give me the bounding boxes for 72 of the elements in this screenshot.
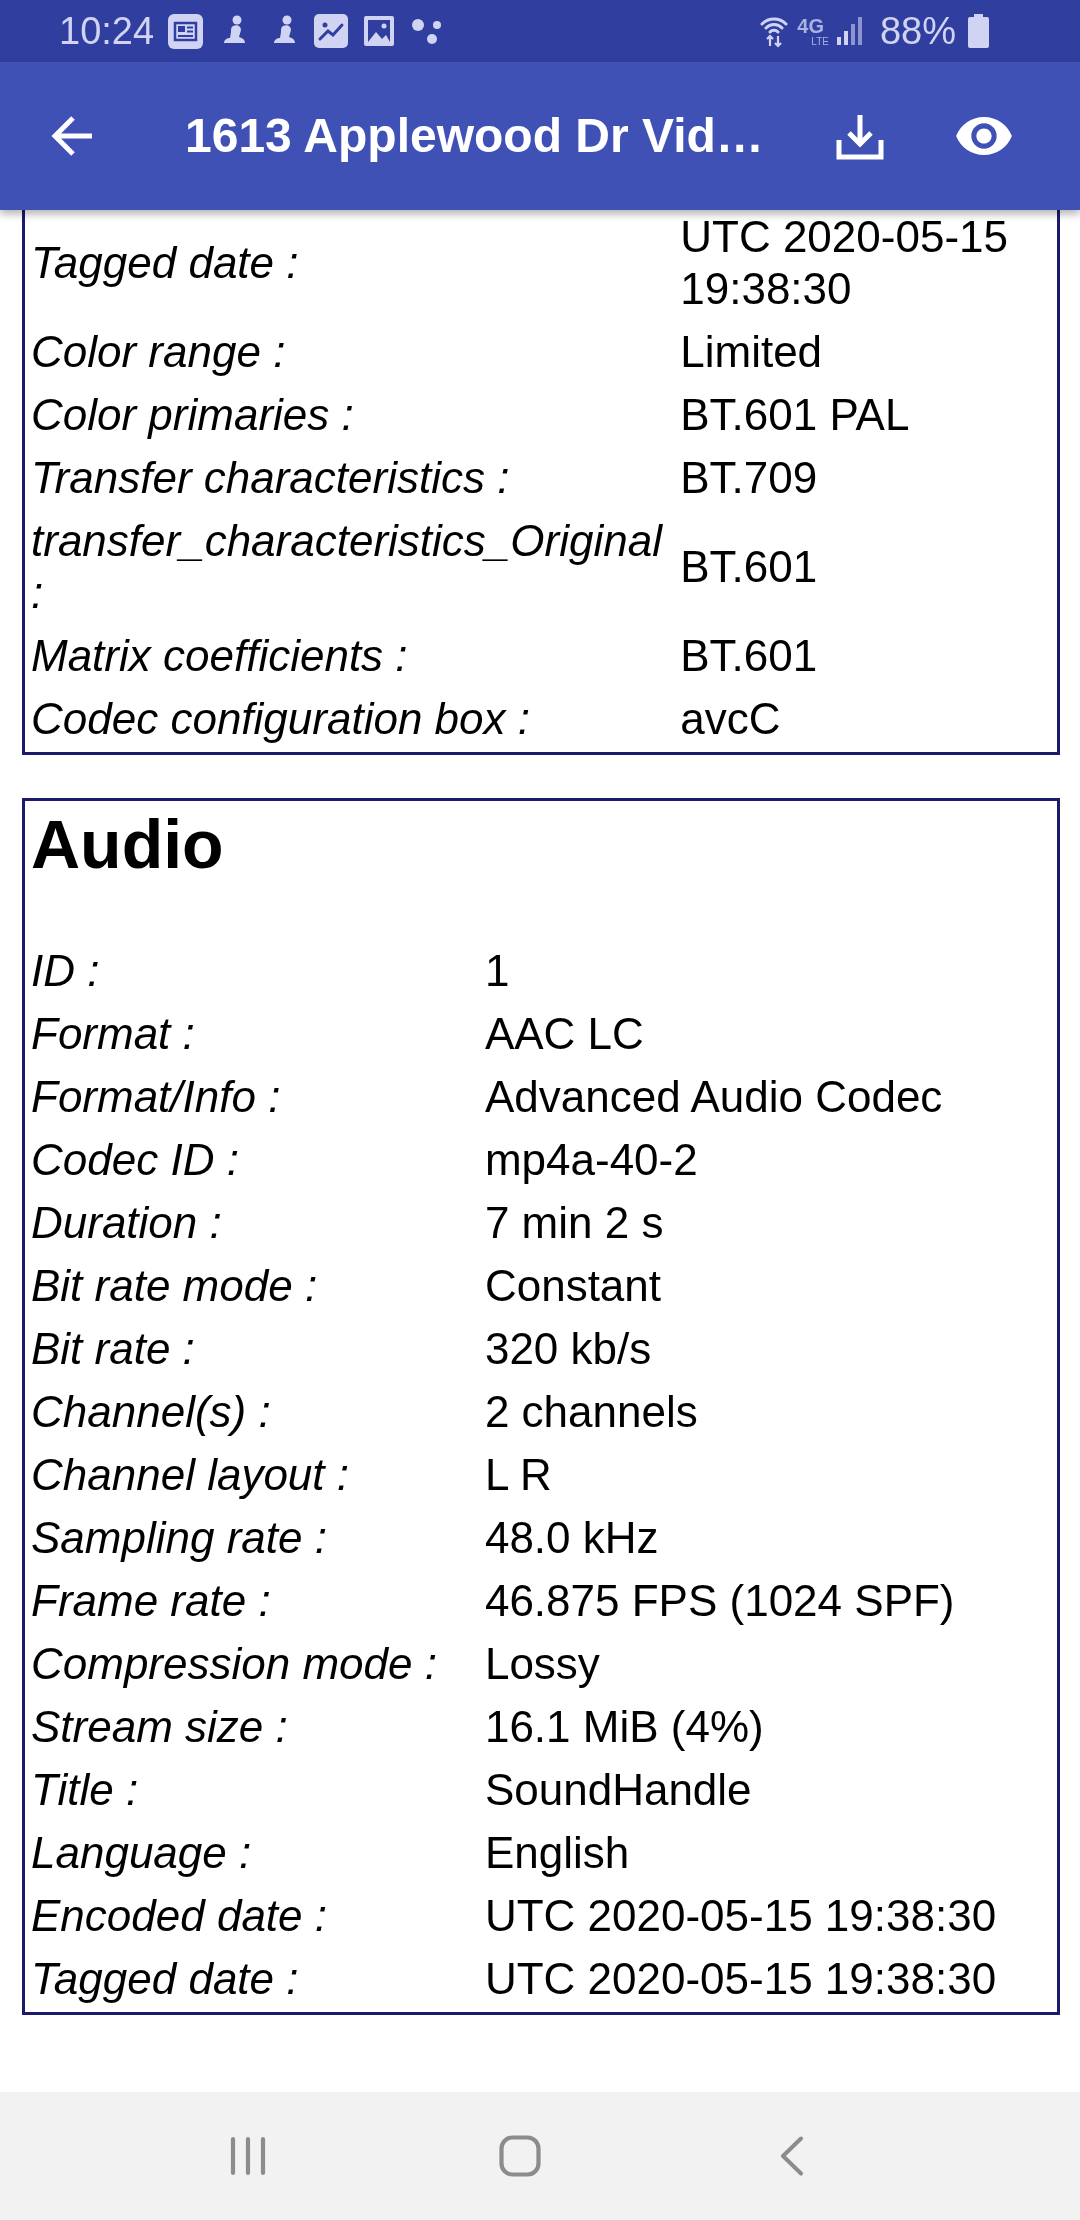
- download-button[interactable]: [836, 112, 884, 160]
- field-value: avcC: [680, 693, 782, 745]
- download-icon: [836, 112, 884, 160]
- battery-percent: 88%: [879, 9, 956, 53]
- field-label: Bit rate :: [31, 1323, 196, 1375]
- dots-icon: [412, 17, 443, 45]
- field-value: UTC 2020-05-15 19:38:30: [484, 1890, 998, 1942]
- field-value: L R: [484, 1449, 553, 1501]
- network-detail: LTE: [811, 35, 829, 47]
- eye-icon: [956, 117, 1012, 155]
- back-nav-button[interactable]: [780, 2136, 804, 2176]
- field-value: 320 kb/s: [484, 1323, 653, 1375]
- field-label: Format :: [31, 1003, 485, 1066]
- field-label: Codec configuration box :: [31, 693, 531, 745]
- field-value: Lossy: [484, 1638, 601, 1690]
- field-value: English: [484, 1827, 631, 1879]
- line-chart-icon: [314, 14, 349, 48]
- home-button[interactable]: [499, 2135, 541, 2177]
- view-button[interactable]: [956, 117, 1012, 155]
- back-button[interactable]: [50, 115, 94, 157]
- field-value: 46.875 FPS (1024 SPF): [484, 1575, 956, 1627]
- field-label: Bit rate mode :: [31, 1260, 319, 1312]
- section-heading: Audio: [31, 805, 225, 884]
- field-value: 16.1 MiB (4%): [484, 1701, 765, 1753]
- field-value: BT.601 PAL: [680, 389, 911, 441]
- status-time: 10:24: [59, 9, 155, 53]
- field-value: 1: [484, 945, 511, 997]
- field-label: Duration :: [31, 1197, 223, 1249]
- field-label: Channel layout :: [31, 1449, 350, 1501]
- recents-button[interactable]: [230, 2136, 266, 2176]
- field-value: AAC LC: [484, 1008, 645, 1060]
- field-label: Format/Info :: [31, 1066, 485, 1129]
- field-value: Limited: [680, 326, 824, 378]
- image-icon: [364, 16, 395, 46]
- field-value: UTC 2020-05-15 19:38:30: [484, 1953, 998, 2005]
- field-label: Matrix coefficients :: [31, 630, 409, 682]
- field-label: Tagged date :: [31, 237, 300, 289]
- back-arrow-icon: [50, 115, 94, 157]
- field-value: BT.601: [680, 630, 819, 682]
- field-value: UTC 2020-05-15 19:38:30: [680, 211, 1009, 315]
- recents-icon: [230, 2136, 266, 2176]
- field-value: 7 min 2 s: [484, 1197, 665, 1249]
- battery-icon: [968, 14, 989, 48]
- network-type: 4G: [797, 15, 824, 36]
- field-label: Sampling rate :: [31, 1512, 328, 1564]
- signal-icon: [836, 17, 862, 45]
- field-label: ID :: [31, 945, 101, 997]
- field-label: Encoded date :: [31, 1890, 328, 1942]
- field-value: Advanced Audio Codec: [484, 1071, 944, 1123]
- field-label: Title :: [31, 1764, 140, 1816]
- field-value: 48.0 kHz: [484, 1512, 660, 1564]
- news-icon: [168, 13, 204, 49]
- field-value: BT.601: [680, 541, 819, 593]
- app-bar-title: 1613 Applewood Dr Vid…: [185, 108, 765, 164]
- field-value: Constant: [484, 1260, 663, 1312]
- field-label: Language :: [31, 1827, 253, 1879]
- field-value: 2 channels: [484, 1386, 699, 1438]
- field-value: mp4a-40-2: [484, 1134, 699, 1186]
- field-value: SoundHandle: [484, 1764, 753, 1816]
- field-label: Transfer characteristics :: [31, 452, 511, 504]
- field-label: Channel(s) :: [31, 1386, 272, 1438]
- field-label: Codec ID :: [31, 1134, 240, 1186]
- home-icon: [499, 2135, 541, 2177]
- field-label: Stream size :: [31, 1701, 289, 1753]
- chevron-left-icon: [780, 2136, 804, 2176]
- field-label: Tagged date :: [31, 1953, 300, 2005]
- field-value: BT.709: [680, 452, 819, 504]
- field-label: Color range :: [31, 326, 287, 378]
- field-label: Frame rate :: [31, 1575, 272, 1627]
- field-label: Color primaries :: [31, 389, 355, 441]
- field-label: Compression mode :: [31, 1638, 438, 1690]
- field-label: transfer_characteristics_Original :: [31, 515, 664, 619]
